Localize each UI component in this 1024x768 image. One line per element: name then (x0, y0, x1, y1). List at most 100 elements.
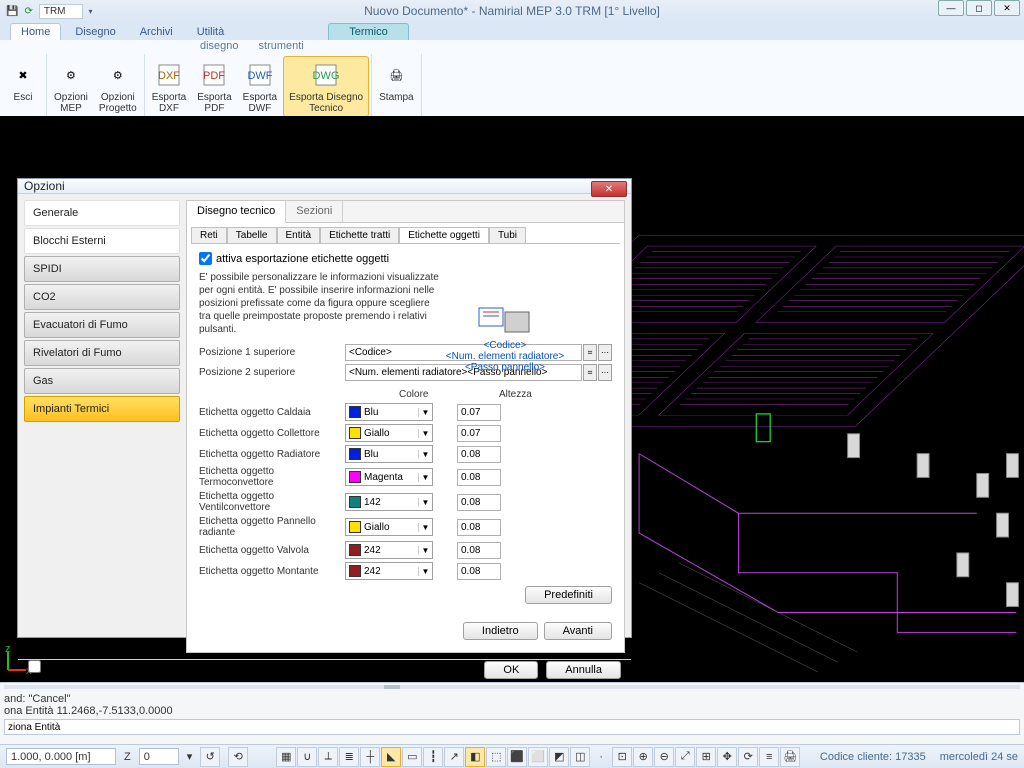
color-select-5[interactable]: Giallo▼ (345, 518, 433, 536)
subtab-tabelle[interactable]: Tabelle (227, 227, 277, 243)
tab-home[interactable]: Home (10, 23, 61, 40)
sb-rotate[interactable]: ⟳ (738, 747, 758, 767)
qat-trm[interactable]: TRM (39, 4, 83, 19)
nav-co2[interactable]: CO2 (24, 284, 180, 310)
qat-dropdown-icon[interactable]: ▾ (89, 7, 93, 16)
link-codice[interactable]: <Codice> (430, 340, 580, 351)
color-select-1[interactable]: Giallo▼ (345, 424, 433, 442)
tab-termico[interactable]: Termico (328, 23, 409, 40)
sb-arrow[interactable]: ↗ (444, 747, 464, 767)
height-input-7[interactable] (457, 563, 501, 580)
sub-disegno[interactable]: disegno (200, 40, 239, 54)
z-dropdown-icon[interactable]: ▾ (187, 750, 193, 763)
sb-zoomout[interactable]: ⊖ (654, 747, 674, 767)
sb-ortho[interactable]: ┼ (360, 747, 380, 767)
sb-print[interactable]: 🖨 (780, 747, 800, 767)
btn-pos1-b[interactable]: ⋯ (598, 344, 612, 361)
maintab-disegno-tecnico[interactable]: Disegno tecnico (187, 201, 286, 223)
sb-zoomall[interactable]: ⊞ (696, 747, 716, 767)
tab-archivi[interactable]: Archivi (130, 24, 183, 40)
color-select-6[interactable]: 242▼ (345, 541, 433, 559)
dialog-close-button[interactable]: ✕ (591, 181, 627, 197)
subtab-etichette-oggetti[interactable]: Etichette oggetti (399, 227, 489, 243)
nav-rivelatori[interactable]: Rivelatori di Fumo (24, 340, 180, 366)
nav-spidi[interactable]: SPIDI (24, 256, 180, 282)
maintab-sezioni[interactable]: Sezioni (286, 201, 343, 222)
subtab-tubi[interactable]: Tubi (489, 227, 526, 243)
sb-view[interactable]: ◫ (570, 747, 590, 767)
color-select-3[interactable]: Magenta▼ (345, 468, 433, 486)
sb-zoomfit[interactable]: ⤢ (675, 747, 695, 767)
nav-impianti-termici[interactable]: Impianti Termici (24, 396, 180, 422)
nav-evacuatori[interactable]: Evacuatori di Fumo (24, 312, 180, 338)
link-line2[interactable]: <Num. elementi radiatore><Passo pannello… (430, 351, 580, 373)
btn-predefiniti[interactable]: Predefiniti (525, 586, 612, 604)
btn-export-dxf[interactable]: DXFEsportaDXF (147, 56, 191, 117)
height-input-2[interactable] (457, 446, 501, 463)
sb-grid[interactable]: ▦ (276, 747, 296, 767)
btn-annulla[interactable]: Annulla (546, 661, 621, 679)
btn-pos1-a[interactable]: ⌗ (583, 344, 597, 361)
color-select-7[interactable]: 242▼ (345, 562, 433, 580)
btn-opzioni-mep[interactable]: ⚙OpzioniMEP (49, 56, 93, 117)
sb-dash[interactable]: ┇ (423, 747, 443, 767)
sb-measure[interactable]: ≡ (759, 747, 779, 767)
qat-save-icon[interactable]: 💾 (6, 6, 18, 17)
height-input-5[interactable] (457, 519, 501, 536)
btn-export-dwg[interactable]: DWGEsporta DisegnoTecnico (283, 56, 369, 117)
height-input-4[interactable] (457, 494, 501, 511)
sb-3d3[interactable]: ⬜ (528, 747, 548, 767)
sb-snap[interactable]: ⟂ (318, 747, 338, 767)
subtab-etichette-tratti[interactable]: Etichette tratti (320, 227, 399, 243)
nav-blocchi[interactable]: Blocchi Esterni (24, 228, 180, 254)
command-input[interactable] (4, 719, 1020, 735)
btn-export-dwf[interactable]: DWFEsportaDWF (238, 56, 282, 117)
btn-esci[interactable]: ✖Esci (2, 56, 44, 106)
nav-generale[interactable]: Generale (24, 200, 180, 226)
btn-indietro[interactable]: Indietro (463, 622, 538, 640)
subtab-reti[interactable]: Reti (191, 227, 227, 243)
sb-pan[interactable]: ✥ (717, 747, 737, 767)
sb-box[interactable]: ▭ (402, 747, 422, 767)
height-input-6[interactable] (457, 542, 501, 559)
sb-cube[interactable]: ◧ (465, 747, 485, 767)
sub-strumenti[interactable]: strumenti (259, 40, 304, 54)
btn-pos2-b[interactable]: ⋯ (598, 364, 612, 381)
nav-gas[interactable]: Gas (24, 368, 180, 394)
sb-zoomwin[interactable]: ⊡ (612, 747, 632, 767)
btn-opzioni-progetto[interactable]: ⚙OpzioniProgetto (94, 56, 142, 117)
svg-text:DWG: DWG (313, 70, 340, 82)
btn-avanti[interactable]: Avanti (544, 622, 612, 640)
dialog-titlebar[interactable]: Opzioni ✕ (18, 179, 631, 194)
subtab-entita[interactable]: Entità (277, 227, 321, 243)
color-select-4[interactable]: 142▼ (345, 493, 433, 511)
btn-export-pdf[interactable]: PDFEsportaPDF (192, 56, 236, 117)
tab-disegno[interactable]: Disegno (65, 24, 125, 40)
maximize-button[interactable]: ◻ (966, 0, 992, 16)
height-input-1[interactable] (457, 425, 501, 442)
sb-magnet[interactable]: ∪ (297, 747, 317, 767)
color-select-0[interactable]: Blu▼ (345, 403, 433, 421)
sb-3d1[interactable]: ⬚ (486, 747, 506, 767)
chk-imposta-predef[interactable] (28, 660, 41, 673)
height-input-3[interactable] (457, 469, 501, 486)
color-select-2[interactable]: Blu▼ (345, 445, 433, 463)
sb-3d4[interactable]: ◩ (549, 747, 569, 767)
hscroll[interactable] (4, 685, 1020, 689)
chk-attiva-export[interactable] (199, 252, 212, 265)
qat-app-icon[interactable]: ⟳ (24, 6, 32, 17)
height-input-0[interactable] (457, 404, 501, 421)
sb-3d2[interactable]: ⬛ (507, 747, 527, 767)
btn-stampa[interactable]: 🖨Stampa (374, 56, 418, 106)
tab-utilita[interactable]: Utilità (187, 24, 235, 40)
sb-layers[interactable]: ≣ (339, 747, 359, 767)
minimize-button[interactable]: — (938, 0, 964, 16)
sb-angle[interactable]: ◣ (381, 747, 401, 767)
sb-icon-2[interactable]: ⟲ (228, 747, 248, 767)
btn-pos2-a[interactable]: ⌗ (583, 364, 597, 381)
sb-icon-1[interactable]: ↺ (200, 747, 220, 767)
btn-ok[interactable]: OK (484, 661, 538, 679)
close-button[interactable]: ✕ (994, 0, 1020, 16)
status-z[interactable]: 0 (139, 748, 179, 765)
sb-zoomin[interactable]: ⊕ (633, 747, 653, 767)
